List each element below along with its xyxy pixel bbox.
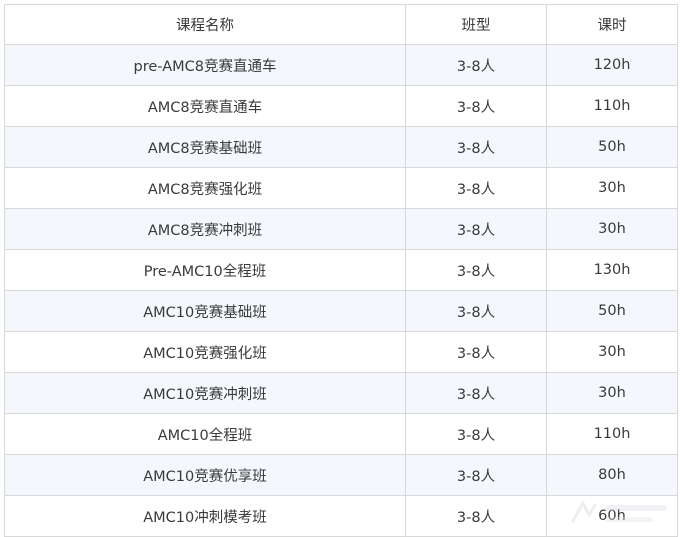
hours-cell: 50h [546,126,678,168]
course-name-cell: AMC10竞赛基础班 [4,290,406,332]
class-type-cell: 3-8人 [405,126,547,168]
course-table: 课程名称 班型 课时 pre-AMC8竞赛直通车 3-8人 120h AMC8竞… [4,4,678,537]
course-name-cell: AMC10竞赛强化班 [4,331,406,373]
course-name-cell: AMC10全程班 [4,413,406,455]
class-type-cell: 3-8人 [405,167,547,209]
class-type-cell: 3-8人 [405,85,547,127]
course-name-cell: AMC8竞赛基础班 [4,126,406,168]
table-row: AMC8竞赛强化班 3-8人 30h [4,167,678,209]
table-row: AMC10全程班 3-8人 110h [4,413,678,455]
table-row: AMC8竞赛基础班 3-8人 50h [4,126,678,168]
course-name-cell: AMC8竞赛强化班 [4,167,406,209]
class-type-cell: 3-8人 [405,331,547,373]
table-row: AMC8竞赛冲刺班 3-8人 30h [4,208,678,250]
header-hours: 课时 [546,4,678,45]
class-type-cell: 3-8人 [405,454,547,496]
watermark-logo-icon [571,501,667,523]
course-name-cell: AMC10竞赛冲刺班 [4,372,406,414]
hours-cell: 80h [546,454,678,496]
hours-cell: 30h [546,331,678,373]
hours-cell: 110h [546,413,678,455]
hours-cell: 30h [546,208,678,250]
hours-cell: 50h [546,290,678,332]
header-class-type: 班型 [405,4,547,45]
table-row: AMC8竞赛直通车 3-8人 110h [4,85,678,127]
course-table-container: 课程名称 班型 课时 pre-AMC8竞赛直通车 3-8人 120h AMC8竞… [4,4,678,537]
class-type-cell: 3-8人 [405,208,547,250]
class-type-cell: 3-8人 [405,495,547,537]
table-row: AMC10竞赛优享班 3-8人 80h [4,454,678,496]
hours-cell: 120h [546,44,678,86]
course-name-cell: pre-AMC8竞赛直通车 [4,44,406,86]
class-type-cell: 3-8人 [405,44,547,86]
table-row: AMC10竞赛强化班 3-8人 30h [4,331,678,373]
course-name-cell: AMC8竞赛直通车 [4,85,406,127]
table-row: Pre-AMC10全程班 3-8人 130h [4,249,678,291]
hours-cell: 30h [546,372,678,414]
table-row: pre-AMC8竞赛直通车 3-8人 120h [4,44,678,86]
table-row: AMC10竞赛冲刺班 3-8人 30h [4,372,678,414]
hours-cell: 130h [546,249,678,291]
class-type-cell: 3-8人 [405,413,547,455]
course-name-cell: AMC8竞赛冲刺班 [4,208,406,250]
class-type-cell: 3-8人 [405,249,547,291]
course-name-cell: AMC10冲刺模考班 [4,495,406,537]
class-type-cell: 3-8人 [405,290,547,332]
header-course-name: 课程名称 [4,4,406,45]
hours-cell: 110h [546,85,678,127]
course-name-cell: AMC10竞赛优享班 [4,454,406,496]
table-header-row: 课程名称 班型 课时 [4,4,678,45]
course-name-cell: Pre-AMC10全程班 [4,249,406,291]
hours-cell: 30h [546,167,678,209]
class-type-cell: 3-8人 [405,372,547,414]
table-row: AMC10竞赛基础班 3-8人 50h [4,290,678,332]
